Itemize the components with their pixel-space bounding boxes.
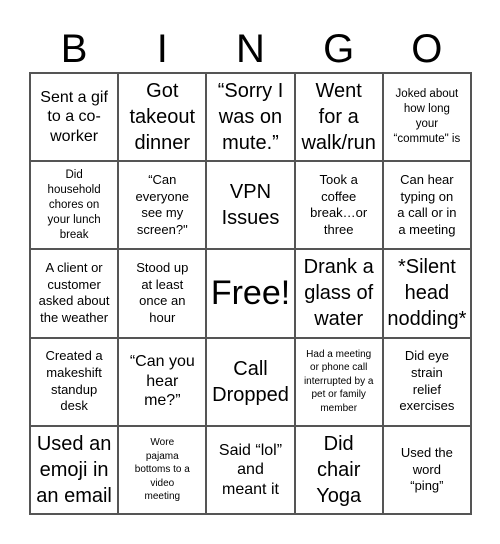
cell-label: A client or customer asked about the wea…: [38, 260, 110, 326]
cell-label: Drank a glass of water: [303, 256, 374, 331]
cell-label: “Can you hear me?”: [129, 353, 195, 410]
bingo-cell[interactable]: *Silent head nodding*: [382, 249, 471, 338]
bingo-cell[interactable]: “Can you hear me?”: [118, 337, 207, 426]
cell-label: Sent a gif to a co- worker: [40, 88, 108, 145]
bingo-cell[interactable]: “Sorry I was on mute.”: [206, 73, 295, 162]
cell-label: Stood up at least once an hour: [136, 260, 189, 326]
header-letter-b: B: [60, 27, 88, 71]
bingo-cell[interactable]: Did chair Yoga: [294, 425, 383, 514]
bingo-cell[interactable]: Call Dropped: [206, 337, 295, 426]
cell-label: *Silent head nodding*: [387, 256, 467, 331]
cell-label: Created a makeshift standup desk: [45, 348, 103, 414]
cell-label: Joked about how long your “commute" is: [393, 88, 461, 146]
cell-label: Went for a walk/run: [301, 80, 376, 155]
cell-label: Free!: [210, 274, 291, 313]
cell-label: Did eye strain relief exercises: [399, 348, 455, 414]
cell-label: “Can everyone see my screen?": [135, 172, 190, 237]
cell-label: Used an emoji in an email: [36, 432, 112, 507]
bingo-cell[interactable]: Went for a walk/run: [294, 73, 383, 162]
bingo-cell[interactable]: Can hear typing on a call or in a meetin…: [382, 161, 471, 250]
bingo-cell[interactable]: Did household chores on your lunch break: [30, 161, 119, 250]
bingo-cell[interactable]: Stood up at least once an hour: [118, 249, 207, 338]
bingo-cell[interactable]: Did eye strain relief exercises: [382, 337, 471, 426]
bingo-cell[interactable]: VPN Issues: [206, 161, 295, 250]
header-letter-g: G: [323, 27, 355, 71]
cell-label: Did household chores on your lunch break: [47, 168, 101, 241]
cell-label: Used the word “ping”: [400, 444, 453, 494]
bingo-cell[interactable]: Sent a gif to a co- worker: [30, 73, 119, 162]
cell-label: Had a meeting or phone call interrupted …: [303, 348, 374, 414]
header-letter-o: O: [411, 27, 443, 71]
cell-label: Can hear typing on a call or in a meetin…: [397, 172, 457, 237]
bingo-cell[interactable]: Used an emoji in an email: [30, 425, 119, 514]
free-space-cell[interactable]: Free!: [206, 249, 295, 338]
cell-label: Call Dropped: [212, 357, 289, 406]
bingo-cell[interactable]: Created a makeshift standup desk: [30, 337, 119, 426]
bingo-cell[interactable]: Drank a glass of water: [294, 249, 383, 338]
bingo-cell[interactable]: Said “lol” and meant it: [206, 425, 295, 514]
bingo-cell[interactable]: A client or customer asked about the wea…: [30, 249, 119, 338]
cell-label: VPN Issues: [221, 181, 280, 230]
cell-label: Wore pajama bottoms to a video meeting: [134, 437, 190, 503]
bingo-header: B I N G O: [30, 26, 471, 72]
cell-label: Said “lol” and meant it: [218, 441, 283, 498]
cell-label: “Sorry I was on mute.”: [217, 80, 284, 155]
bingo-cell[interactable]: Wore pajama bottoms to a video meeting: [118, 425, 207, 514]
bingo-cell[interactable]: Took a coffee break…or three: [294, 161, 383, 250]
cell-label: Took a coffee break…or three: [310, 172, 368, 237]
bingo-grid: Sent a gif to a co- worker Got takeout di…: [29, 72, 472, 515]
cell-label: Got takeout dinner: [129, 80, 196, 155]
bingo-cell[interactable]: Had a meeting or phone call interrupted …: [294, 337, 383, 426]
header-letter-n: N: [236, 27, 265, 71]
bingo-cell[interactable]: Joked about how long your “commute" is: [382, 73, 471, 162]
cell-label: Did chair Yoga: [316, 432, 362, 507]
header-letter-i: I: [156, 27, 168, 71]
bingo-cell[interactable]: Got takeout dinner: [118, 73, 207, 162]
bingo-cell[interactable]: “Can everyone see my screen?": [118, 161, 207, 250]
bingo-cell[interactable]: Used the word “ping”: [382, 425, 471, 514]
